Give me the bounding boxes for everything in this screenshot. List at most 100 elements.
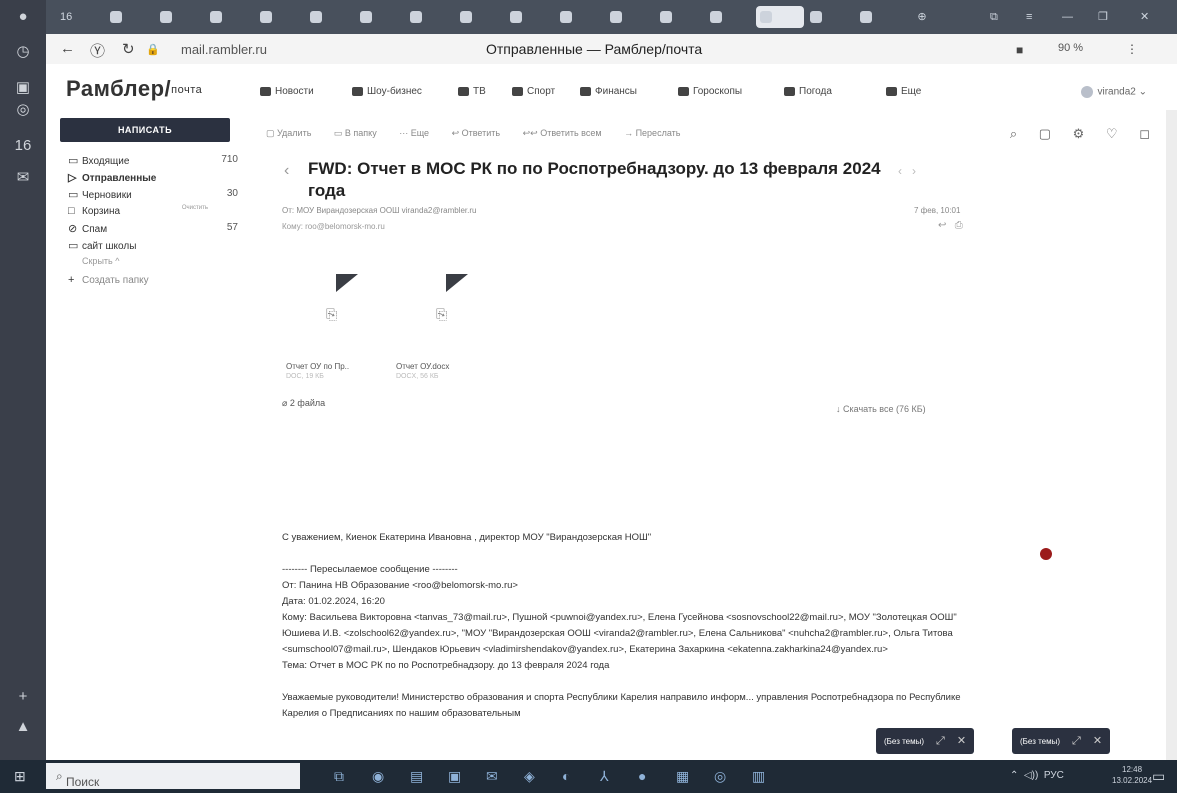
folder-school-site[interactable]: ▭ сайт школы bbox=[68, 239, 238, 252]
more-button[interactable]: ··· Еще bbox=[399, 128, 439, 138]
back-to-list-icon[interactable]: ‹ bbox=[284, 162, 289, 180]
tab[interactable] bbox=[156, 6, 204, 28]
tab[interactable] bbox=[456, 6, 504, 28]
close-icon[interactable]: ✕ bbox=[957, 735, 966, 747]
window-icon[interactable]: ▢ bbox=[1039, 126, 1051, 141]
pdf-icon[interactable]: ⅄ bbox=[600, 768, 609, 785]
expand-icon[interactable]: ⤢ bbox=[936, 735, 945, 747]
app-icon[interactable]: ▥ bbox=[752, 768, 765, 785]
menu-icon[interactable]: ≡ bbox=[1022, 6, 1050, 28]
draft-popup[interactable]: (Без темы) ⤢ ✕ bbox=[876, 728, 975, 754]
service-more[interactable]: Еще bbox=[886, 86, 921, 97]
draft-popup[interactable]: (Без темы) ⤢ ✕ bbox=[1012, 728, 1111, 754]
user-menu[interactable]: viranda2 ⌄ bbox=[1081, 86, 1147, 98]
notifications-icon[interactable]: ▭ bbox=[1152, 768, 1165, 785]
mail-app-icon[interactable]: ✉ bbox=[486, 768, 498, 785]
yandex-icon[interactable]: Ⓨ bbox=[90, 40, 105, 61]
tab[interactable] bbox=[306, 6, 354, 28]
url-field[interactable]: mail.rambler.ru bbox=[181, 42, 267, 57]
zoom-level[interactable]: 90 % bbox=[1058, 42, 1083, 54]
clock[interactable]: 12:48 13.02.2024 bbox=[1112, 764, 1152, 786]
sidebar-toggle-icon[interactable]: ▲ bbox=[0, 718, 46, 735]
folder-sent[interactable]: ▷ Отправленные bbox=[68, 171, 238, 184]
create-folder-link[interactable]: + Создать папку bbox=[68, 274, 238, 286]
empty-trash-link[interactable]: Очистить bbox=[182, 205, 208, 211]
reply-button[interactable]: ↩ Ответить bbox=[452, 128, 511, 138]
compose-button[interactable]: НАПИСАТЬ bbox=[60, 118, 230, 142]
mail-icon[interactable]: ✉ bbox=[0, 168, 46, 186]
rambler-logo[interactable]: Рамблер/почта bbox=[66, 76, 202, 102]
service-news[interactable]: Новости bbox=[260, 86, 314, 97]
reload-icon[interactable]: ↻ bbox=[122, 40, 135, 58]
yandex-browser-icon[interactable]: ● bbox=[638, 768, 646, 784]
expand-icon[interactable]: ⤢ bbox=[1072, 735, 1081, 747]
service-sport[interactable]: Спорт bbox=[512, 86, 555, 97]
letter-to[interactable]: Кому: roo@belomorsk-mo.ru bbox=[282, 222, 385, 231]
tab[interactable] bbox=[806, 6, 854, 28]
tab-counter[interactable]: 16 bbox=[56, 6, 88, 28]
app-icon[interactable]: ▦ bbox=[676, 768, 689, 785]
chat-icon[interactable]: ◻ bbox=[1139, 126, 1150, 141]
letter-from[interactable]: От: МОУ Вирандозерская ООШ viranda2@ramb… bbox=[282, 206, 476, 215]
tab-active[interactable] bbox=[756, 6, 804, 28]
download-all-link[interactable]: ↓ Скачать все (76 КБ) bbox=[836, 404, 926, 414]
more-icon[interactable]: ⋮ bbox=[1126, 42, 1138, 56]
folder-inbox[interactable]: ▭ Входящие 710 bbox=[68, 154, 238, 167]
start-icon[interactable]: ⊞ bbox=[14, 768, 26, 785]
tab[interactable] bbox=[656, 6, 704, 28]
alice-icon[interactable]: ◎ bbox=[0, 100, 46, 118]
search-icon[interactable]: ⌕ bbox=[1010, 126, 1017, 141]
reply-all-button[interactable]: ↩↩ Ответить всем bbox=[523, 128, 612, 138]
app-icon[interactable]: ◎ bbox=[714, 768, 726, 785]
service-tv[interactable]: ТВ bbox=[458, 86, 486, 97]
letter-actions[interactable]: ↩ ⎙ bbox=[938, 220, 963, 231]
add-icon[interactable]: + bbox=[0, 688, 46, 705]
tab[interactable] bbox=[856, 6, 904, 28]
restore-icon[interactable]: ❐ bbox=[1094, 6, 1122, 28]
tab[interactable] bbox=[256, 6, 304, 28]
service-showbiz[interactable]: Шоу-бизнес bbox=[352, 86, 422, 97]
tab[interactable] bbox=[606, 6, 654, 28]
tab[interactable] bbox=[506, 6, 554, 28]
hide-folders-link[interactable]: Скрыть ^ bbox=[82, 256, 252, 266]
folder-drafts[interactable]: ▭ Черновики 30 bbox=[68, 188, 238, 201]
tab[interactable] bbox=[706, 6, 754, 28]
app-icon[interactable]: ◐ bbox=[562, 768, 570, 784]
tabs-count-icon[interactable]: 16 bbox=[0, 137, 46, 154]
profile-icon[interactable]: ● bbox=[0, 8, 46, 25]
explorer-icon[interactable]: ▤ bbox=[410, 768, 423, 785]
close-icon[interactable]: ✕ bbox=[1093, 735, 1102, 747]
service-horoscopes[interactable]: Гороскопы bbox=[678, 86, 742, 97]
store-icon[interactable]: ▣ bbox=[448, 768, 461, 785]
folder-trash[interactable]: □ Корзина Очистить bbox=[68, 205, 238, 217]
tab[interactable] bbox=[406, 6, 454, 28]
bookmark-icon[interactable]: ■ bbox=[1016, 43, 1023, 57]
tab[interactable] bbox=[556, 6, 604, 28]
task-view-icon[interactable]: ⧉ bbox=[334, 768, 344, 785]
taskbar-search[interactable]: ⌕ Поиск bbox=[46, 763, 300, 789]
tab[interactable] bbox=[356, 6, 404, 28]
forward-button[interactable]: → Переслать bbox=[624, 128, 690, 138]
letter-nav-arrows[interactable]: ‹ › bbox=[898, 164, 916, 178]
new-tab-button[interactable]: ⊕ bbox=[906, 6, 938, 28]
tab[interactable] bbox=[206, 6, 254, 28]
history-icon[interactable]: ◷ bbox=[0, 42, 46, 60]
tips-icon[interactable]: ♡ bbox=[1106, 126, 1118, 141]
to-folder-button[interactable]: ▭ В папку bbox=[334, 128, 387, 138]
tab[interactable] bbox=[106, 6, 154, 28]
mail-page: НАПИСАТЬ ▭ Входящие 710 ▷ Отправленные ▭ Чер… bbox=[46, 110, 1166, 760]
system-tray[interactable]: ⌃ ◁)) РУС bbox=[1010, 770, 1064, 781]
folder-spam[interactable]: ⊘ Спам 57 bbox=[68, 222, 238, 235]
edge-icon[interactable]: ◉ bbox=[372, 768, 384, 785]
service-finance[interactable]: Финансы bbox=[580, 86, 637, 97]
back-icon[interactable]: ← bbox=[60, 40, 75, 57]
close-icon[interactable]: ✕ bbox=[1136, 6, 1164, 28]
collections-icon[interactable]: ▣ bbox=[0, 78, 46, 96]
tabs-menu-icon[interactable]: ⧉ bbox=[986, 6, 1014, 28]
app-icon[interactable]: ◈ bbox=[524, 768, 535, 785]
service-weather[interactable]: Погода bbox=[784, 86, 832, 97]
red-mark bbox=[1040, 548, 1052, 560]
minimize-icon[interactable]: — bbox=[1058, 6, 1086, 28]
delete-button[interactable]: ▢ Удалить bbox=[266, 128, 321, 138]
settings-icon[interactable]: ⚙ bbox=[1073, 126, 1085, 141]
